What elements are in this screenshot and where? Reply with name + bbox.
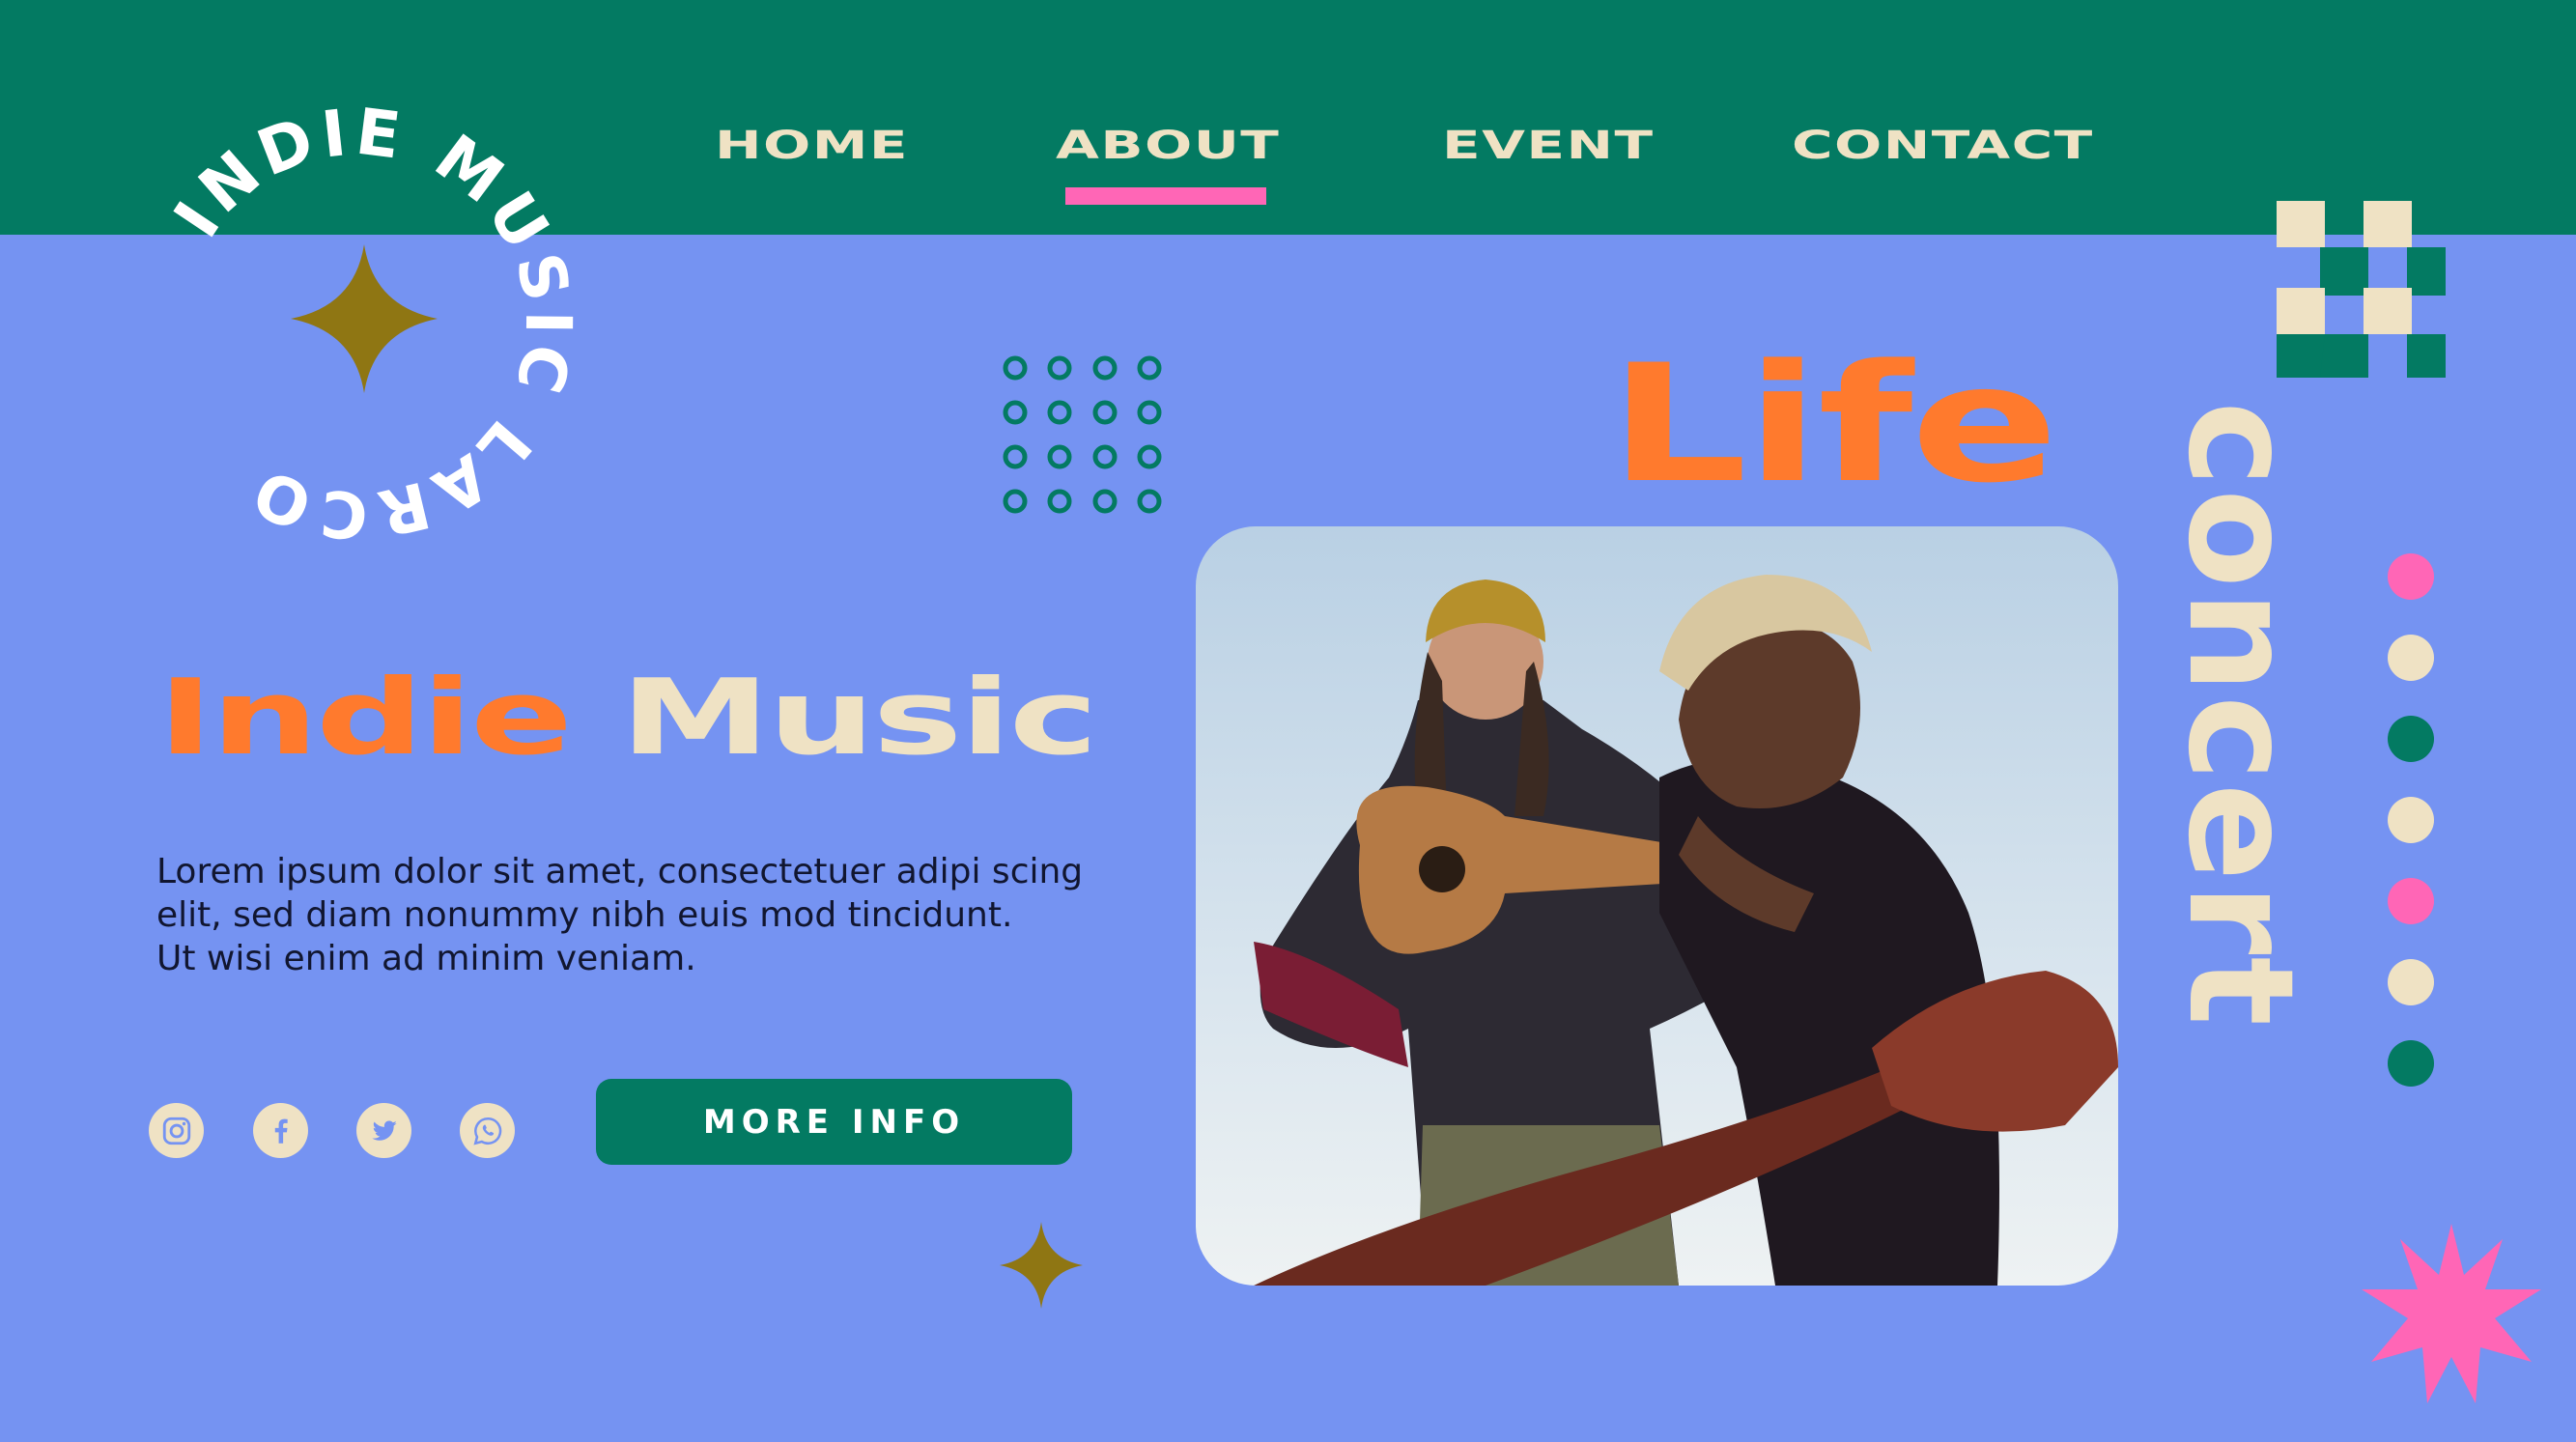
whatsapp-button[interactable] — [460, 1103, 515, 1158]
nav-event[interactable]: EVENT — [1442, 124, 1654, 168]
twitter-button[interactable] — [356, 1103, 411, 1158]
concert-photo — [1196, 526, 2118, 1286]
active-nav-indicator — [1065, 187, 1266, 205]
nav-contact[interactable]: CONTACT — [1792, 124, 2094, 168]
feature-word-life: Life — [1608, 329, 2059, 519]
instagram-button[interactable] — [149, 1103, 204, 1158]
decorative-block-pattern — [2277, 201, 2446, 378]
description-line: Ut wisi enim ad minim veniam. — [156, 939, 696, 978]
logo[interactable]: INDIE MUSIC LARCO — [126, 92, 589, 555]
instagram-icon — [162, 1117, 190, 1145]
headline-word-music: Music — [619, 658, 1098, 778]
decorative-dot-grid — [1003, 355, 1162, 514]
headline-word-indie: Indie — [157, 658, 573, 778]
nav-about[interactable]: ABOUT — [1056, 124, 1280, 168]
feature-word-concert: concert — [2156, 401, 2324, 1029]
sparkle-star-icon — [1000, 1222, 1083, 1309]
more-info-button[interactable]: MORE INFO — [596, 1079, 1072, 1165]
facebook-button[interactable] — [253, 1103, 308, 1158]
decorative-vertical-dots — [2388, 553, 2434, 1121]
whatsapp-icon — [472, 1117, 501, 1145]
hero-description: Lorem ipsum dolor sit amet, consectetuer… — [156, 850, 1084, 980]
starburst-icon — [2362, 1224, 2541, 1403]
logo-star-icon — [291, 244, 438, 393]
hero-headline: Indie Music — [157, 666, 1098, 771]
description-line: Lorem ipsum dolor sit amet, consectetuer… — [156, 852, 1084, 891]
description-line: elit, sed diam nonummy nibh euis mod tin… — [156, 895, 1013, 935]
facebook-icon — [274, 1118, 288, 1144]
twitter-icon — [371, 1119, 397, 1141]
nav-home[interactable]: HOME — [715, 124, 909, 168]
